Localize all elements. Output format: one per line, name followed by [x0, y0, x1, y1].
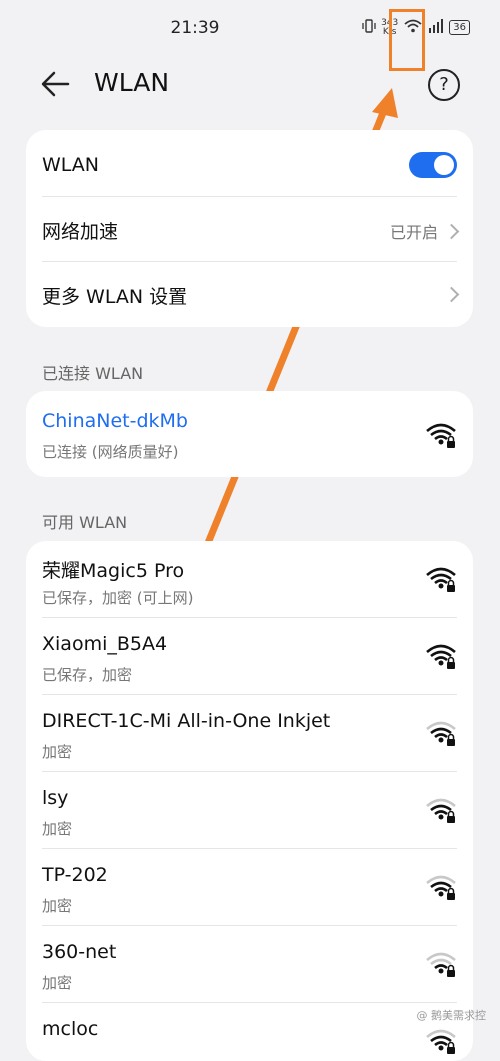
- wifi-locked-icon: [426, 798, 456, 823]
- network-list-item[interactable]: lsy 加密: [42, 772, 457, 849]
- back-arrow-icon: [41, 71, 70, 97]
- signal-icon: [428, 19, 444, 36]
- battery-icon: 36: [449, 20, 470, 35]
- network-list-item[interactable]: DIRECT-1C-Mi All-in-One Inkjet 加密: [42, 695, 457, 772]
- network-acceleration-value: 已开启: [389, 223, 438, 242]
- connected-network-status: 已连接 (网络质量好): [42, 443, 179, 461]
- vibrate-icon: [362, 19, 376, 36]
- chevron-right-icon: [443, 223, 460, 239]
- available-networks-card: 荣耀Magic5 Pro 已保存，加密 (可上网) Xiaomi_B5A4 已保存，加…: [26, 541, 473, 1061]
- network-list-item[interactable]: 荣耀Magic5 Pro 已保存，加密 (可上网): [42, 541, 457, 618]
- page-title: WLAN: [94, 68, 170, 97]
- network-list-item[interactable]: mcloc: [42, 1003, 457, 1061]
- network-name: Xiaomi_B5A4: [42, 633, 168, 655]
- status-bar: 21:39 343 K/s 36: [0, 0, 500, 56]
- connected-section-title: 已连接 WLAN: [42, 364, 144, 383]
- wifi-locked-icon: [426, 644, 456, 669]
- wlan-toggle-row[interactable]: WLAN: [42, 130, 457, 197]
- wlan-label: WLAN: [42, 154, 100, 176]
- wifi-locked-icon: [426, 1029, 456, 1054]
- wifi-locked-icon: [426, 721, 456, 746]
- wlan-settings-card: WLAN 网络加速 已开启 更多 WLAN 设置: [26, 130, 473, 327]
- network-status: 加密: [42, 743, 73, 761]
- network-list-item[interactable]: 360-net 加密: [42, 926, 457, 1003]
- back-button[interactable]: [40, 70, 72, 98]
- status-time: 21:39: [170, 18, 220, 38]
- network-acceleration-row[interactable]: 网络加速 已开启: [42, 197, 460, 262]
- network-name: DIRECT-1C-Mi All-in-One Inkjet: [42, 710, 331, 732]
- network-list-item[interactable]: TP-202 加密: [42, 849, 457, 926]
- chevron-right-icon: [443, 286, 460, 303]
- more-wlan-settings-row[interactable]: 更多 WLAN 设置: [42, 262, 460, 326]
- network-status: 加密: [42, 974, 73, 992]
- watermark: @ 鹅美需求控: [416, 1009, 487, 1022]
- wifi-locked-icon: [426, 952, 456, 977]
- wifi-locked-icon: [426, 423, 456, 448]
- connected-network-name: ChinaNet-dkMb: [42, 410, 188, 432]
- network-name: TP-202: [42, 864, 108, 886]
- wlan-toggle-switch[interactable]: [409, 152, 457, 178]
- network-acceleration-label: 网络加速: [42, 221, 119, 243]
- network-name: mcloc: [42, 1018, 99, 1040]
- available-section-title: 可用 WLAN: [42, 513, 128, 532]
- network-status: 已保存，加密 (可上网): [42, 589, 194, 607]
- network-list-item[interactable]: Xiaomi_B5A4 已保存，加密: [42, 618, 457, 695]
- wifi-locked-icon: [426, 875, 456, 900]
- connected-network-card[interactable]: ChinaNet-dkMb 已连接 (网络质量好): [26, 391, 473, 477]
- network-name: 360-net: [42, 941, 117, 963]
- network-status: 已保存，加密: [42, 666, 133, 684]
- wifi-locked-icon: [426, 567, 456, 592]
- network-status: 加密: [42, 897, 73, 915]
- help-icon[interactable]: ?: [428, 69, 460, 101]
- network-name: lsy: [42, 787, 69, 809]
- more-wlan-settings-label: 更多 WLAN 设置: [42, 286, 188, 308]
- app-header: WLAN ?: [0, 56, 500, 112]
- network-name: 荣耀Magic5 Pro: [42, 560, 185, 582]
- network-status: 加密: [42, 820, 73, 838]
